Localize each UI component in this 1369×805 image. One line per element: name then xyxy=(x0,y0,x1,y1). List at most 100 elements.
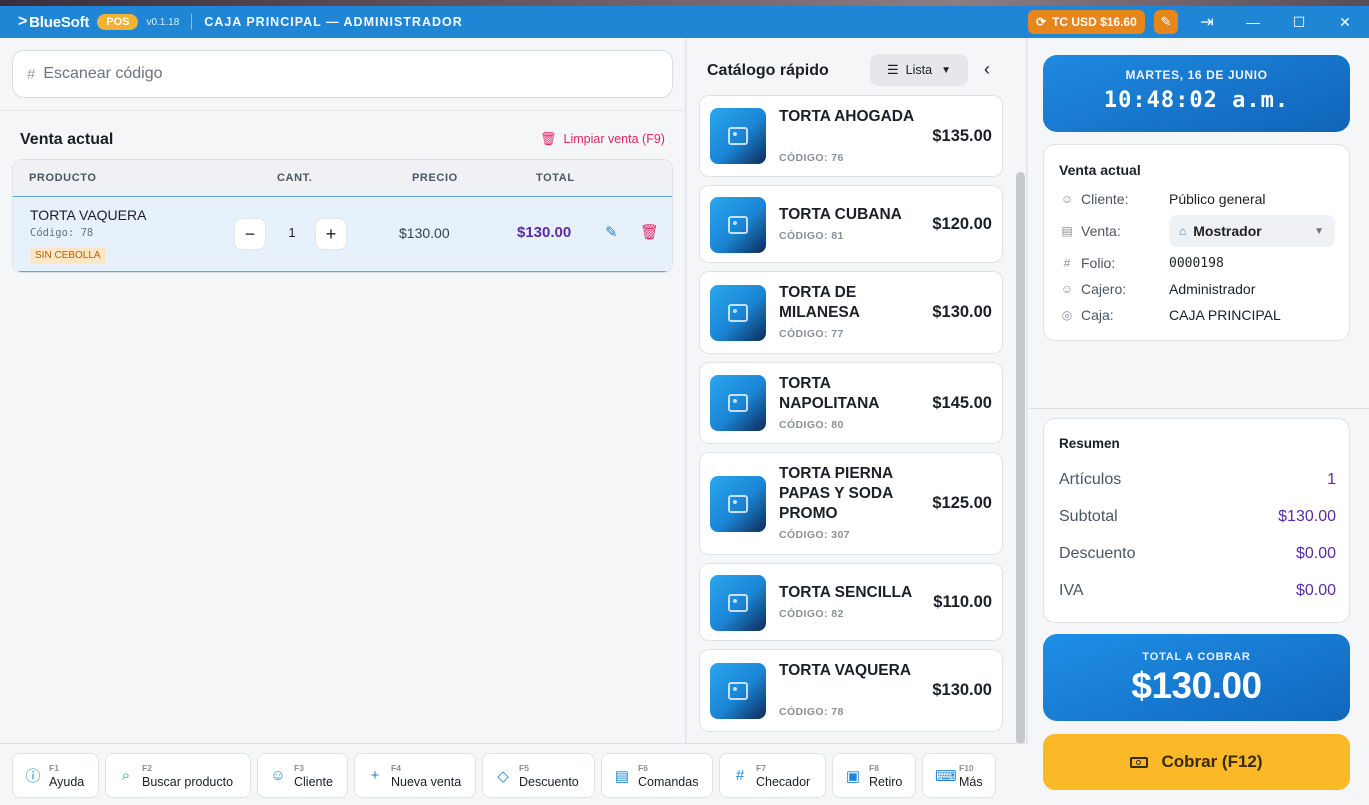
shortcut-orders-button[interactable]: ▤ F6 Comandas xyxy=(601,753,713,798)
table-row[interactable]: TORTA VAQUERA Código: 78 SIN CEBOLLA − 1… xyxy=(13,196,672,272)
shortcut-label: Buscar producto xyxy=(142,774,234,789)
sale-type-value: Mostrador xyxy=(1193,223,1262,239)
product-card[interactable]: TORTA NAPOLITANA CÓDIGO: 80 $145.00 xyxy=(699,362,1003,444)
catalog-scrollbar[interactable] xyxy=(1016,172,1025,744)
minimize-button[interactable]: — xyxy=(1230,6,1276,38)
product-name: TORTA AHOGADA xyxy=(779,108,915,125)
maximize-button[interactable]: ☐ xyxy=(1276,6,1322,38)
sale-type-select[interactable]: ⌂ Mostrador ▼ xyxy=(1169,215,1335,247)
shortcut-label: Comandas xyxy=(638,774,699,789)
store-icon: ⌂ xyxy=(1179,224,1187,238)
chevron-down-icon: ▼ xyxy=(1314,225,1324,237)
product-card[interactable]: TORTA VAQUERA CÓDIGO: 78 $130.00 xyxy=(699,649,1003,732)
product-image-icon xyxy=(710,375,766,431)
descuento-label: Descuento xyxy=(1059,545,1136,562)
pos-badge: POS xyxy=(97,14,139,30)
scan-input[interactable]: # Escanear código xyxy=(12,50,673,98)
delete-item-icon[interactable]: 🗑 xyxy=(640,223,659,241)
brand-chevron-icon: > xyxy=(18,13,28,30)
product-price: $125.00 xyxy=(932,494,992,512)
subtotal-value: $130.00 xyxy=(1278,508,1336,525)
collapse-catalog-button[interactable]: ‹ xyxy=(984,59,990,80)
clock-date: MARTES, 16 DE JUNIO xyxy=(1125,68,1268,82)
shortcut-search-button[interactable]: ⌕ F2 Buscar producto xyxy=(105,753,251,798)
clear-sale-button[interactable]: 🗑 Limpiar venta (F9) xyxy=(540,131,665,147)
folio-label: Folio: xyxy=(1081,255,1116,271)
venta-row: ▤ Venta: xyxy=(1059,223,1120,239)
item-code: Código: 78 xyxy=(30,227,94,239)
logout-button[interactable]: ⇥ xyxy=(1196,11,1218,33)
product-name: TORTA NAPOLITANA xyxy=(779,375,880,412)
product-card[interactable]: TORTA PIERNA PAPAS Y SODA PROMO CÓDIGO: … xyxy=(699,452,1003,555)
item-name: TORTA VAQUERA xyxy=(30,207,147,223)
edit-item-icon[interactable]: ✎ xyxy=(605,223,618,241)
shortcut-customer-button[interactable]: ☺ F3 Cliente xyxy=(257,753,348,798)
product-image-icon xyxy=(710,663,766,719)
charge-button[interactable]: Cobrar (F12) xyxy=(1043,734,1350,790)
shortcut-key: F7 xyxy=(756,762,766,773)
shortcut-more-button[interactable]: ⌨ F10 Más xyxy=(922,753,996,798)
cliente-row: ☺ Cliente: xyxy=(1059,191,1129,207)
decrease-qty-button[interactable]: − xyxy=(234,218,266,250)
shortcut-label: Ayuda xyxy=(49,774,85,789)
maximize-icon: ☐ xyxy=(1292,13,1306,30)
product-code: CÓDIGO: 81 xyxy=(779,230,844,242)
clipboard-icon: ▤ xyxy=(614,767,630,785)
product-code: CÓDIGO: 82 xyxy=(779,608,844,620)
shortcut-key: F2 xyxy=(142,762,152,773)
column-product: PRODUCTO xyxy=(29,172,97,184)
column-total: TOTAL xyxy=(536,172,575,184)
cliente-value: Público general xyxy=(1169,191,1266,207)
brand-name: BlueSoft xyxy=(29,13,90,31)
shortcut-key: F8 xyxy=(869,762,879,773)
wallet-icon: ▣ xyxy=(845,767,861,785)
iva-label: IVA xyxy=(1059,582,1084,599)
summary-row-articulos: Artículos 1 xyxy=(1059,471,1336,489)
sale-info-title: Venta actual xyxy=(1059,162,1141,178)
shortcut-withdraw-button[interactable]: ▣ F8 Retiro xyxy=(832,753,916,798)
shortcut-help-button[interactable]: ⓘ F1 Ayuda xyxy=(12,753,99,798)
subtotal-label: Subtotal xyxy=(1059,508,1118,525)
product-card[interactable]: TORTA SENCILLA CÓDIGO: 82 $110.00 xyxy=(699,563,1003,641)
item-qty: 1 xyxy=(288,225,296,240)
product-card[interactable]: TORTA AHOGADA CÓDIGO: 76 $135.00 xyxy=(699,95,1003,177)
shortcut-checker-button[interactable]: # F7 Checador xyxy=(719,753,826,798)
product-name: TORTA SENCILLA xyxy=(779,584,913,601)
edit-exchange-rate-button[interactable]: ✎ xyxy=(1154,10,1178,34)
scan-placeholder: Escanear código xyxy=(43,65,163,82)
shortcut-key: F5 xyxy=(519,762,529,773)
product-card[interactable]: TORTA CUBANA CÓDIGO: 81 $120.00 xyxy=(699,185,1003,263)
cliente-label: Cliente: xyxy=(1081,191,1129,207)
iva-value: $0.00 xyxy=(1295,582,1336,599)
list-icon: ☰ xyxy=(887,62,899,77)
product-name: TORTA VAQUERA xyxy=(779,662,912,679)
product-code: CÓDIGO: 78 xyxy=(779,706,844,718)
catalog-panel: Catálogo rápido ☰ Lista ▼ ‹ TORTA AHOGAD… xyxy=(687,38,1027,744)
table-header: PRODUCTO CANT. PRECIO TOTAL xyxy=(13,160,672,196)
exchange-rate-button[interactable]: ⟳ TC USD $16.60 xyxy=(1028,10,1145,34)
close-button[interactable]: ✕ xyxy=(1322,6,1368,38)
cajero-row: ☺ Cajero: xyxy=(1059,281,1126,297)
cajero-label: Cajero: xyxy=(1081,281,1127,297)
sale-title: Venta actual xyxy=(20,131,114,148)
shortcut-discount-button[interactable]: ◇ F5 Descuento xyxy=(482,753,595,798)
shortcut-new-sale-button[interactable]: + F4 Nueva venta xyxy=(354,753,476,798)
product-image-icon xyxy=(710,476,766,532)
product-price: $120.00 xyxy=(932,215,992,233)
clock-time: 10:48:02 a.m. xyxy=(1103,88,1290,113)
column-price: PRECIO xyxy=(412,172,458,184)
view-mode-dropdown[interactable]: ☰ Lista ▼ xyxy=(870,54,968,86)
receipt-icon: ▤ xyxy=(1061,224,1073,238)
product-price: $145.00 xyxy=(932,394,992,412)
product-name: TORTA DE MILANESA xyxy=(779,284,860,321)
folio-row: # Folio: xyxy=(1059,255,1116,271)
product-price: $135.00 xyxy=(932,127,992,145)
increase-qty-button[interactable]: + xyxy=(315,218,347,250)
user-icon: ☺ xyxy=(1060,192,1074,206)
caja-row: ◎ Caja: xyxy=(1059,307,1114,323)
title-bar: > BlueSoft POS v0.1.18 CAJA PRINCIPAL — … xyxy=(0,6,1369,38)
product-card[interactable]: TORTA DE MILANESA CÓDIGO: 77 $130.00 xyxy=(699,271,1003,354)
item-total: $130.00 xyxy=(517,224,572,241)
product-price: $130.00 xyxy=(932,303,992,321)
divider xyxy=(0,110,686,111)
